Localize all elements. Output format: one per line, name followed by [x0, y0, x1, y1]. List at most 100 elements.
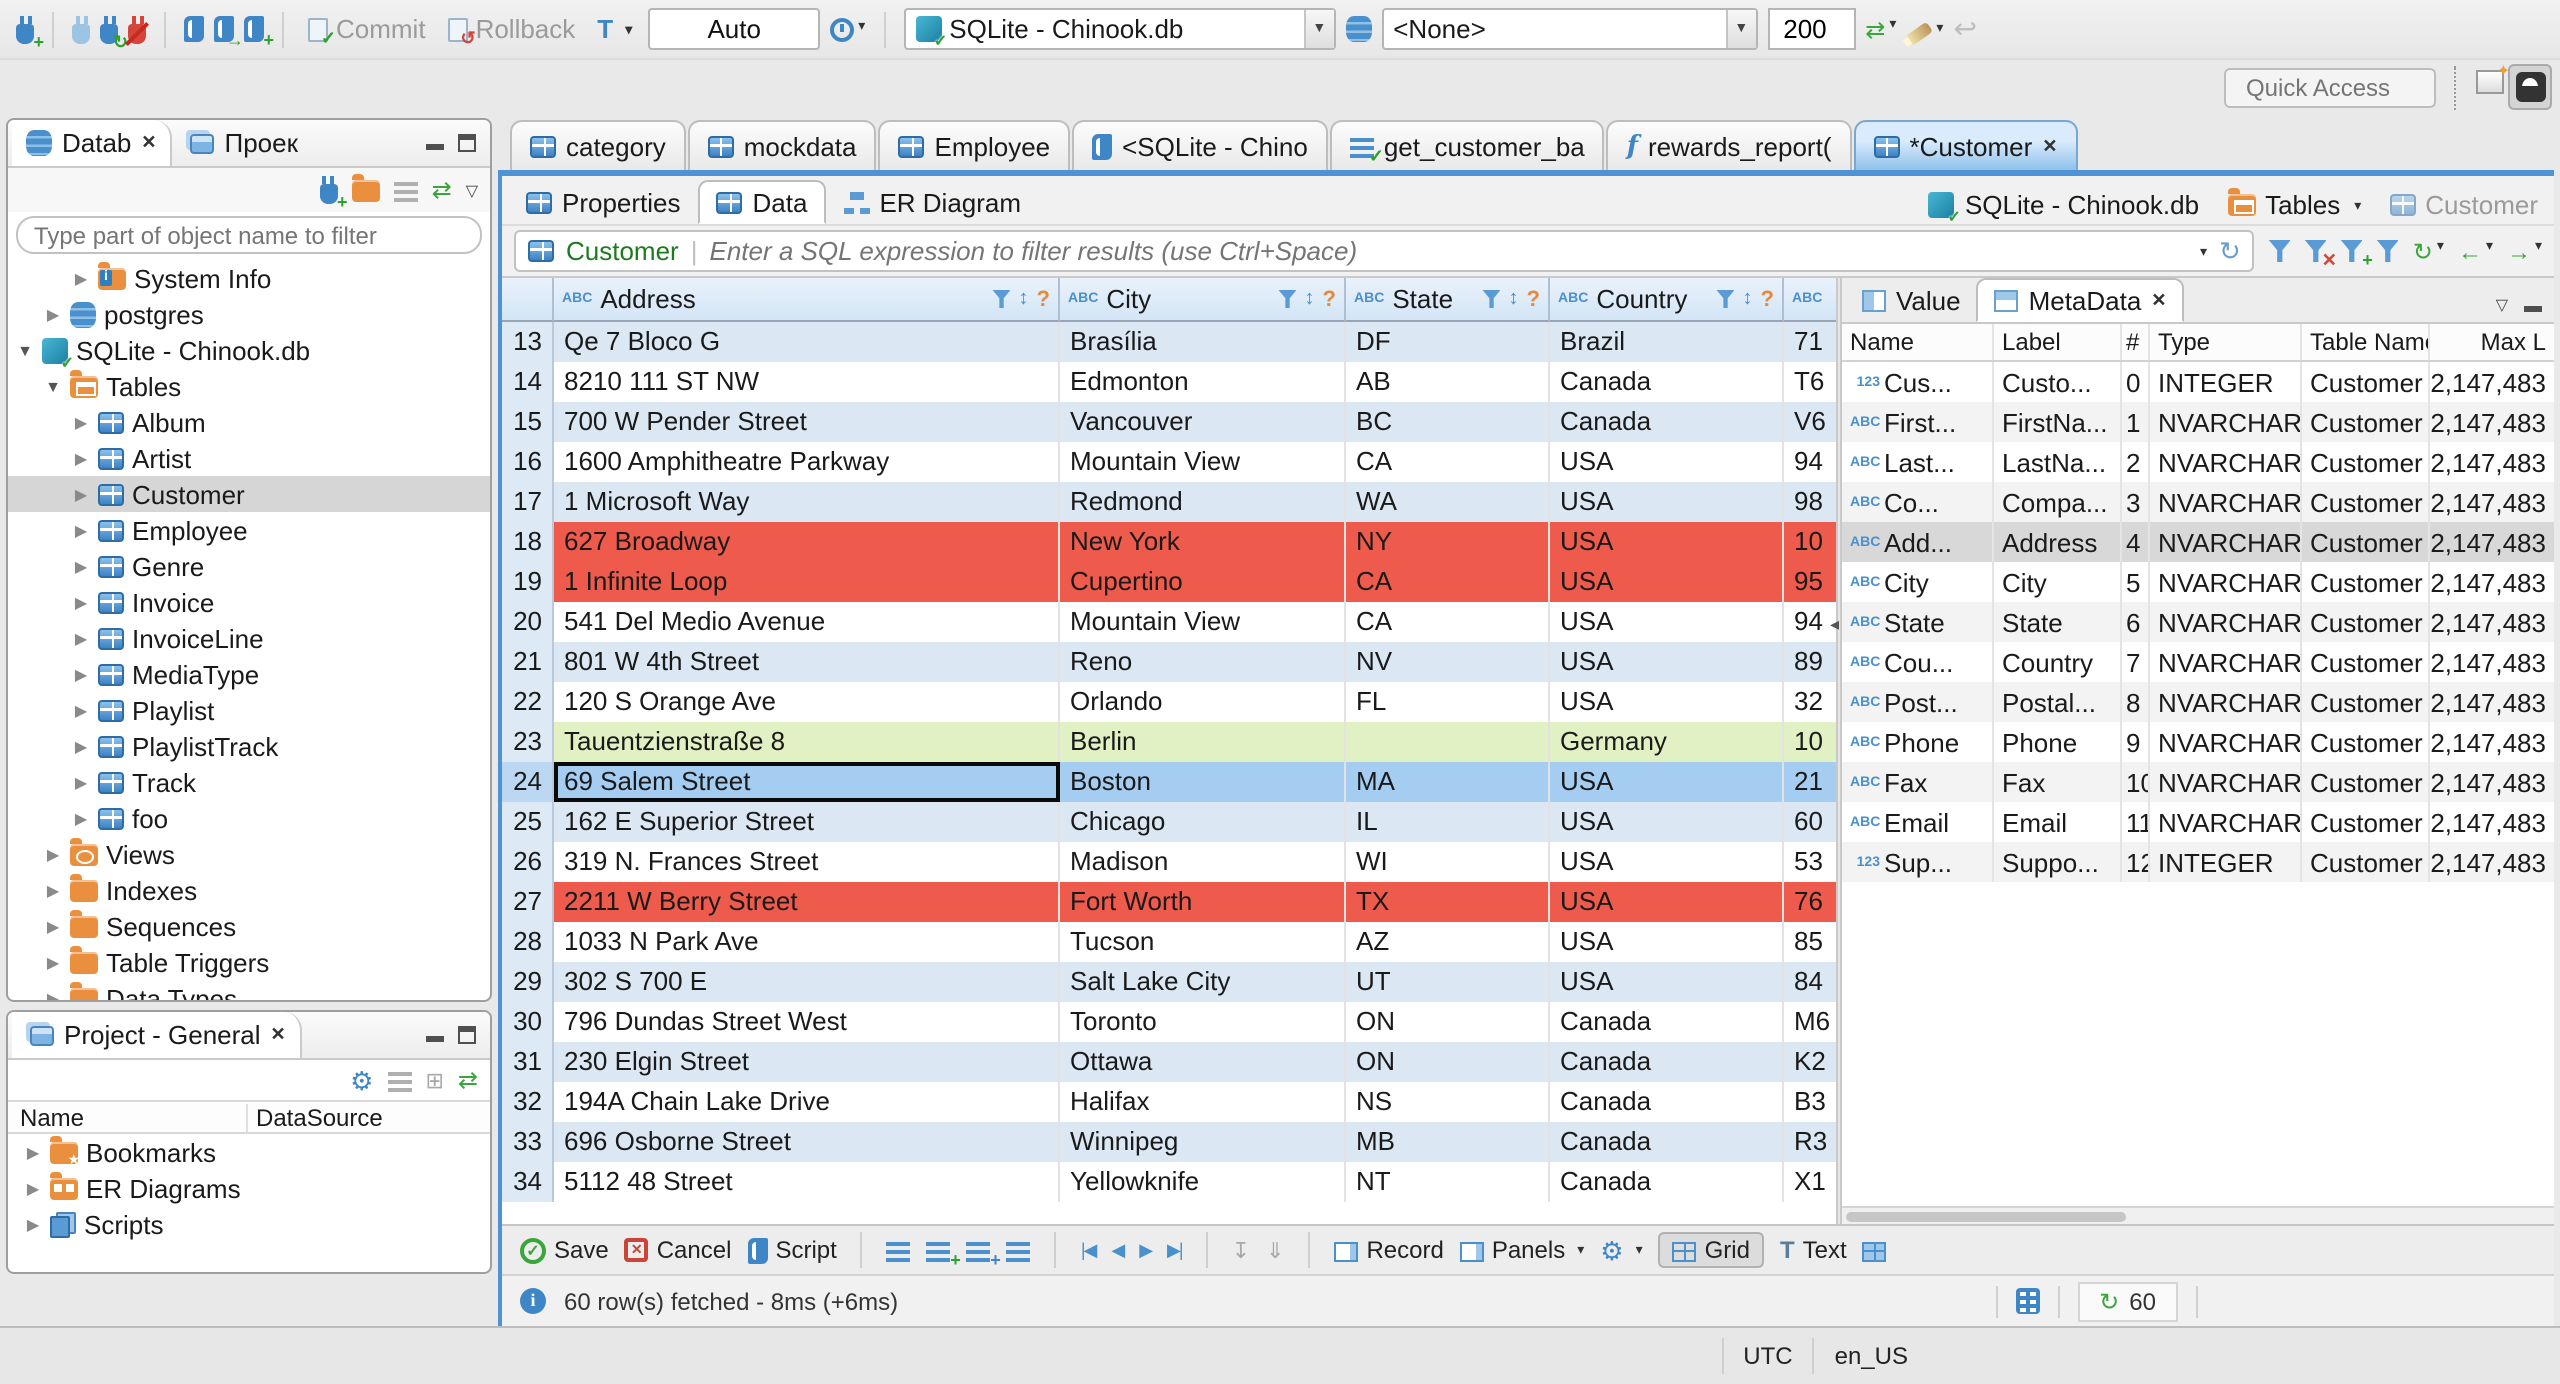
cell-state[interactable]: WI — [1346, 842, 1550, 882]
new-sql-editor-icon[interactable]: + — [244, 16, 274, 49]
tree-item[interactable]: ▶ Artist — [8, 440, 490, 476]
row-number-cell[interactable]: 34 — [502, 1162, 554, 1202]
grid-column-header[interactable]: ABC State ↕ ? — [1346, 278, 1550, 322]
tree-expand-arrow[interactable]: ▶ — [72, 593, 90, 611]
meta-maxlength-cell[interactable]: 2,147,483 — [2430, 762, 2554, 802]
cell-address[interactable]: 1033 N Park Ave — [554, 922, 1060, 962]
tree-expand-arrow[interactable]: ▶ — [72, 737, 90, 755]
row-number-cell[interactable]: 19 — [502, 562, 554, 602]
minimize-icon[interactable] — [426, 144, 444, 150]
transaction-auto-combo[interactable]: Auto — [648, 8, 821, 50]
add-row-icon[interactable]: + — [926, 1238, 961, 1269]
funnel-add-icon[interactable]: + — [2340, 240, 2373, 269]
row-number-cell[interactable]: 14 — [502, 362, 554, 402]
cell-address[interactable]: 162 E Superior Street — [554, 802, 1060, 842]
row-number-cell[interactable]: 17 — [502, 482, 554, 522]
new-connection-icon[interactable]: + — [16, 15, 44, 50]
cell-country[interactable]: USA — [1550, 882, 1784, 922]
database-select-combo[interactable]: SQLite - Chinook.db ▼ — [903, 8, 1336, 50]
metadata-row[interactable]: ABC State State 6 NVARCHAR Customer 2,147… — [1842, 602, 2554, 642]
fetch-all-icon[interactable]: ⇓ — [1266, 1237, 1284, 1263]
meta-name-cell[interactable]: ABC City — [1842, 562, 1994, 602]
tree-expand-arrow[interactable]: ▶ — [44, 989, 62, 1000]
cell-postal[interactable]: V6 — [1784, 402, 1836, 442]
meta-maxlength-cell[interactable]: 2,147,483 — [2430, 722, 2554, 762]
rollback-button[interactable]: ↺ Rollback — [442, 12, 582, 46]
cell-address[interactable]: 69 Salem Street — [554, 762, 1060, 802]
table-row[interactable]: 18 627 Broadway New York NY USA 10 — [502, 522, 1836, 562]
meta-name-cell[interactable]: ABC Post... — [1842, 682, 1994, 722]
tree-item[interactable]: ▼ SQLite - Chinook.db — [8, 332, 490, 371]
first-row-icon[interactable]: |◀ — [1081, 1239, 1098, 1261]
search-metadata-button[interactable]: ▾ — [1905, 19, 1943, 46]
column-sort-icon[interactable]: ↕ — [1305, 288, 1315, 310]
table-row[interactable]: 28 1033 N Park Ave Tucson AZ USA 85 — [502, 922, 1836, 962]
previous-row-icon[interactable]: ◀ — [1111, 1239, 1125, 1261]
breadcrumb-table[interactable]: Customer — [2425, 190, 2538, 220]
cell-postal[interactable]: 76 — [1784, 882, 1836, 922]
meta-type-cell[interactable]: NVARCHAR — [2150, 402, 2302, 442]
meta-table-cell[interactable]: Customer — [2302, 402, 2430, 442]
schema-select-combo[interactable]: <None> ▼ — [1381, 8, 1758, 50]
editor-subtab[interactable]: Properties — [508, 180, 699, 224]
meta-label-cell[interactable]: Fax — [1994, 762, 2122, 802]
editor-tab[interactable]: f rewards_report( — [1606, 120, 1852, 170]
meta-type-cell[interactable]: NVARCHAR — [2150, 482, 2302, 522]
tree-item[interactable]: ▶ Track — [8, 764, 490, 800]
cell-country[interactable]: Canada — [1550, 1042, 1784, 1082]
cell-state[interactable]: BC — [1346, 402, 1550, 442]
meta-type-cell[interactable]: NVARCHAR — [2150, 442, 2302, 482]
minimize-icon[interactable] — [426, 1036, 444, 1042]
meta-name-cell[interactable]: ABC Cou... — [1842, 642, 1994, 682]
cell-city[interactable]: Boston — [1060, 762, 1346, 802]
meta-maxlength-cell[interactable]: 2,147,483 — [2430, 482, 2554, 522]
cell-city[interactable]: Halifax — [1060, 1082, 1346, 1122]
column-sort-icon[interactable]: ↕ — [1743, 288, 1753, 310]
tree-expand-arrow[interactable]: ▶ — [72, 449, 90, 467]
tab-projects[interactable]: Проек — [173, 120, 312, 166]
cell-city[interactable]: New York — [1060, 522, 1346, 562]
cell-postal[interactable]: 71 — [1784, 322, 1836, 362]
tree-expand-arrow[interactable]: ▼ — [16, 341, 34, 359]
cell-state[interactable]: AZ — [1346, 922, 1550, 962]
cell-postal[interactable]: 98 — [1784, 482, 1836, 522]
cell-country[interactable]: USA — [1550, 602, 1784, 642]
editor-tab[interactable]: category — [510, 120, 686, 170]
cell-postal[interactable]: 89 — [1784, 642, 1836, 682]
meta-name-cell[interactable]: ABC Co... — [1842, 482, 1994, 522]
cell-postal[interactable]: 85 — [1784, 922, 1836, 962]
cell-city[interactable]: Edmonton — [1060, 362, 1346, 402]
cell-address[interactable]: 194A Chain Lake Drive — [554, 1082, 1060, 1122]
column-header-label[interactable]: Label — [1994, 324, 2122, 360]
row-number-cell[interactable]: 18 — [502, 522, 554, 562]
delete-row-icon[interactable] — [1006, 1242, 1031, 1262]
meta-ordinal-cell[interactable]: 5 — [2122, 562, 2150, 602]
meta-name-cell[interactable]: ABC State — [1842, 602, 1994, 642]
calc-panel-icon[interactable] — [2015, 1288, 2040, 1314]
cell-address[interactable]: 5112 48 Street — [554, 1162, 1060, 1202]
cell-address[interactable]: 700 W Pender Street — [554, 402, 1060, 442]
meta-ordinal-cell[interactable]: 12 — [2122, 842, 2150, 882]
tree-expand-arrow[interactable]: ▶ — [72, 629, 90, 647]
meta-ordinal-cell[interactable]: 11 — [2122, 802, 2150, 842]
grid-column-header[interactable]: ABC Address ↕ ? — [554, 278, 1060, 322]
table-row[interactable]: 30 796 Dundas Street West Toronto ON Can… — [502, 1002, 1836, 1042]
filter-dropdown-icon[interactable]: ▾ — [2200, 243, 2207, 259]
tree-item[interactable]: ▶ Album — [8, 404, 490, 440]
meta-type-cell[interactable]: NVARCHAR — [2150, 762, 2302, 802]
meta-maxlength-cell[interactable]: 2,147,483 — [2430, 562, 2554, 602]
row-number-cell[interactable]: 22 — [502, 682, 554, 722]
cell-state[interactable]: WA — [1346, 482, 1550, 522]
row-number-cell[interactable]: 29 — [502, 962, 554, 1002]
meta-maxlength-cell[interactable]: 2,147,483 — [2430, 362, 2554, 402]
tab-database-navigator[interactable]: Datab ✕ — [12, 120, 173, 166]
row-number-cell[interactable]: 23 — [502, 722, 554, 762]
metadata-row[interactable]: ABC City City 5 NVARCHAR Customer 2,147,4… — [1842, 562, 2554, 602]
commit-button[interactable]: ✓ Commit — [302, 12, 432, 46]
tree-item[interactable]: ▶ System Info — [8, 260, 490, 296]
panels-button[interactable]: Panels ▾ — [1459, 1236, 1584, 1264]
connect-icon[interactable] — [72, 15, 90, 43]
cell-address[interactable]: 2211 W Berry Street — [554, 882, 1060, 922]
table-row[interactable]: 21 801 W 4th Street Reno NV USA 89 — [502, 642, 1836, 682]
cell-country[interactable]: USA — [1550, 762, 1784, 802]
